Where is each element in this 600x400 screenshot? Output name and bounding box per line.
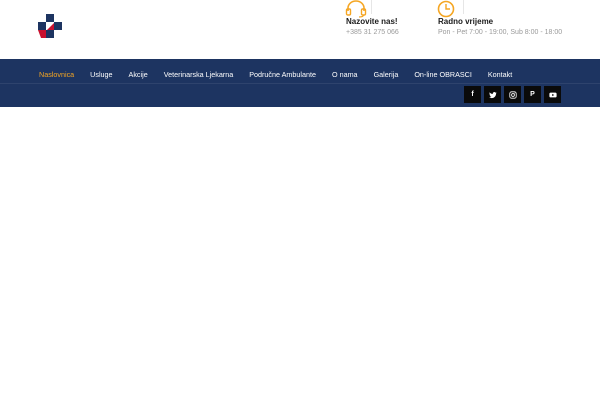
- main-navigation: Naslovnica Usluge Akcije Veterinarska Lj…: [0, 59, 600, 107]
- page-content: [0, 107, 600, 400]
- nav-item-usluge[interactable]: Usluge: [82, 70, 120, 79]
- nav-item-kontakt[interactable]: Kontakt: [480, 70, 520, 79]
- pinterest-icon[interactable]: P: [524, 86, 541, 103]
- header-divider: [463, 0, 464, 14]
- veterinary-cross-logo-icon[interactable]: [38, 14, 62, 38]
- nav-item-veterinarska-ljekarna[interactable]: Veterinarska Ljekarna: [156, 70, 242, 79]
- nav-item-online-obrasci[interactable]: On-line OBRASCI: [406, 70, 480, 79]
- hours-title: Radno vrijeme: [438, 17, 494, 26]
- headset-icon: [345, 0, 367, 18]
- header-divider: [371, 0, 372, 14]
- top-header: Nazovite nas! +385 31 275 066 Radno vrij…: [0, 0, 600, 59]
- instagram-icon[interactable]: [504, 86, 521, 103]
- nav-links: Naslovnica Usluge Akcije Veterinarska Lj…: [31, 63, 520, 85]
- facebook-icon[interactable]: f: [464, 86, 481, 103]
- nav-item-podrucne-ambulante[interactable]: Područne Ambulante: [241, 70, 324, 79]
- phone-number[interactable]: +385 31 275 066: [346, 29, 399, 36]
- clock-icon: [437, 0, 459, 18]
- nav-item-akcije[interactable]: Akcije: [121, 70, 156, 79]
- twitter-icon[interactable]: [484, 86, 501, 103]
- nav-item-o-nama[interactable]: O nama: [324, 70, 366, 79]
- nav-item-naslovnica[interactable]: Naslovnica: [31, 70, 82, 79]
- nav-item-galerija[interactable]: Galerija: [366, 70, 407, 79]
- call-title: Nazovite nas!: [346, 17, 398, 26]
- nav-divider: [0, 83, 600, 84]
- social-links: f P: [464, 86, 561, 103]
- youtube-icon[interactable]: [544, 86, 561, 103]
- hours-text: Pon - Pet 7:00 - 19:00, Sub 8:00 - 18:00: [438, 29, 563, 36]
